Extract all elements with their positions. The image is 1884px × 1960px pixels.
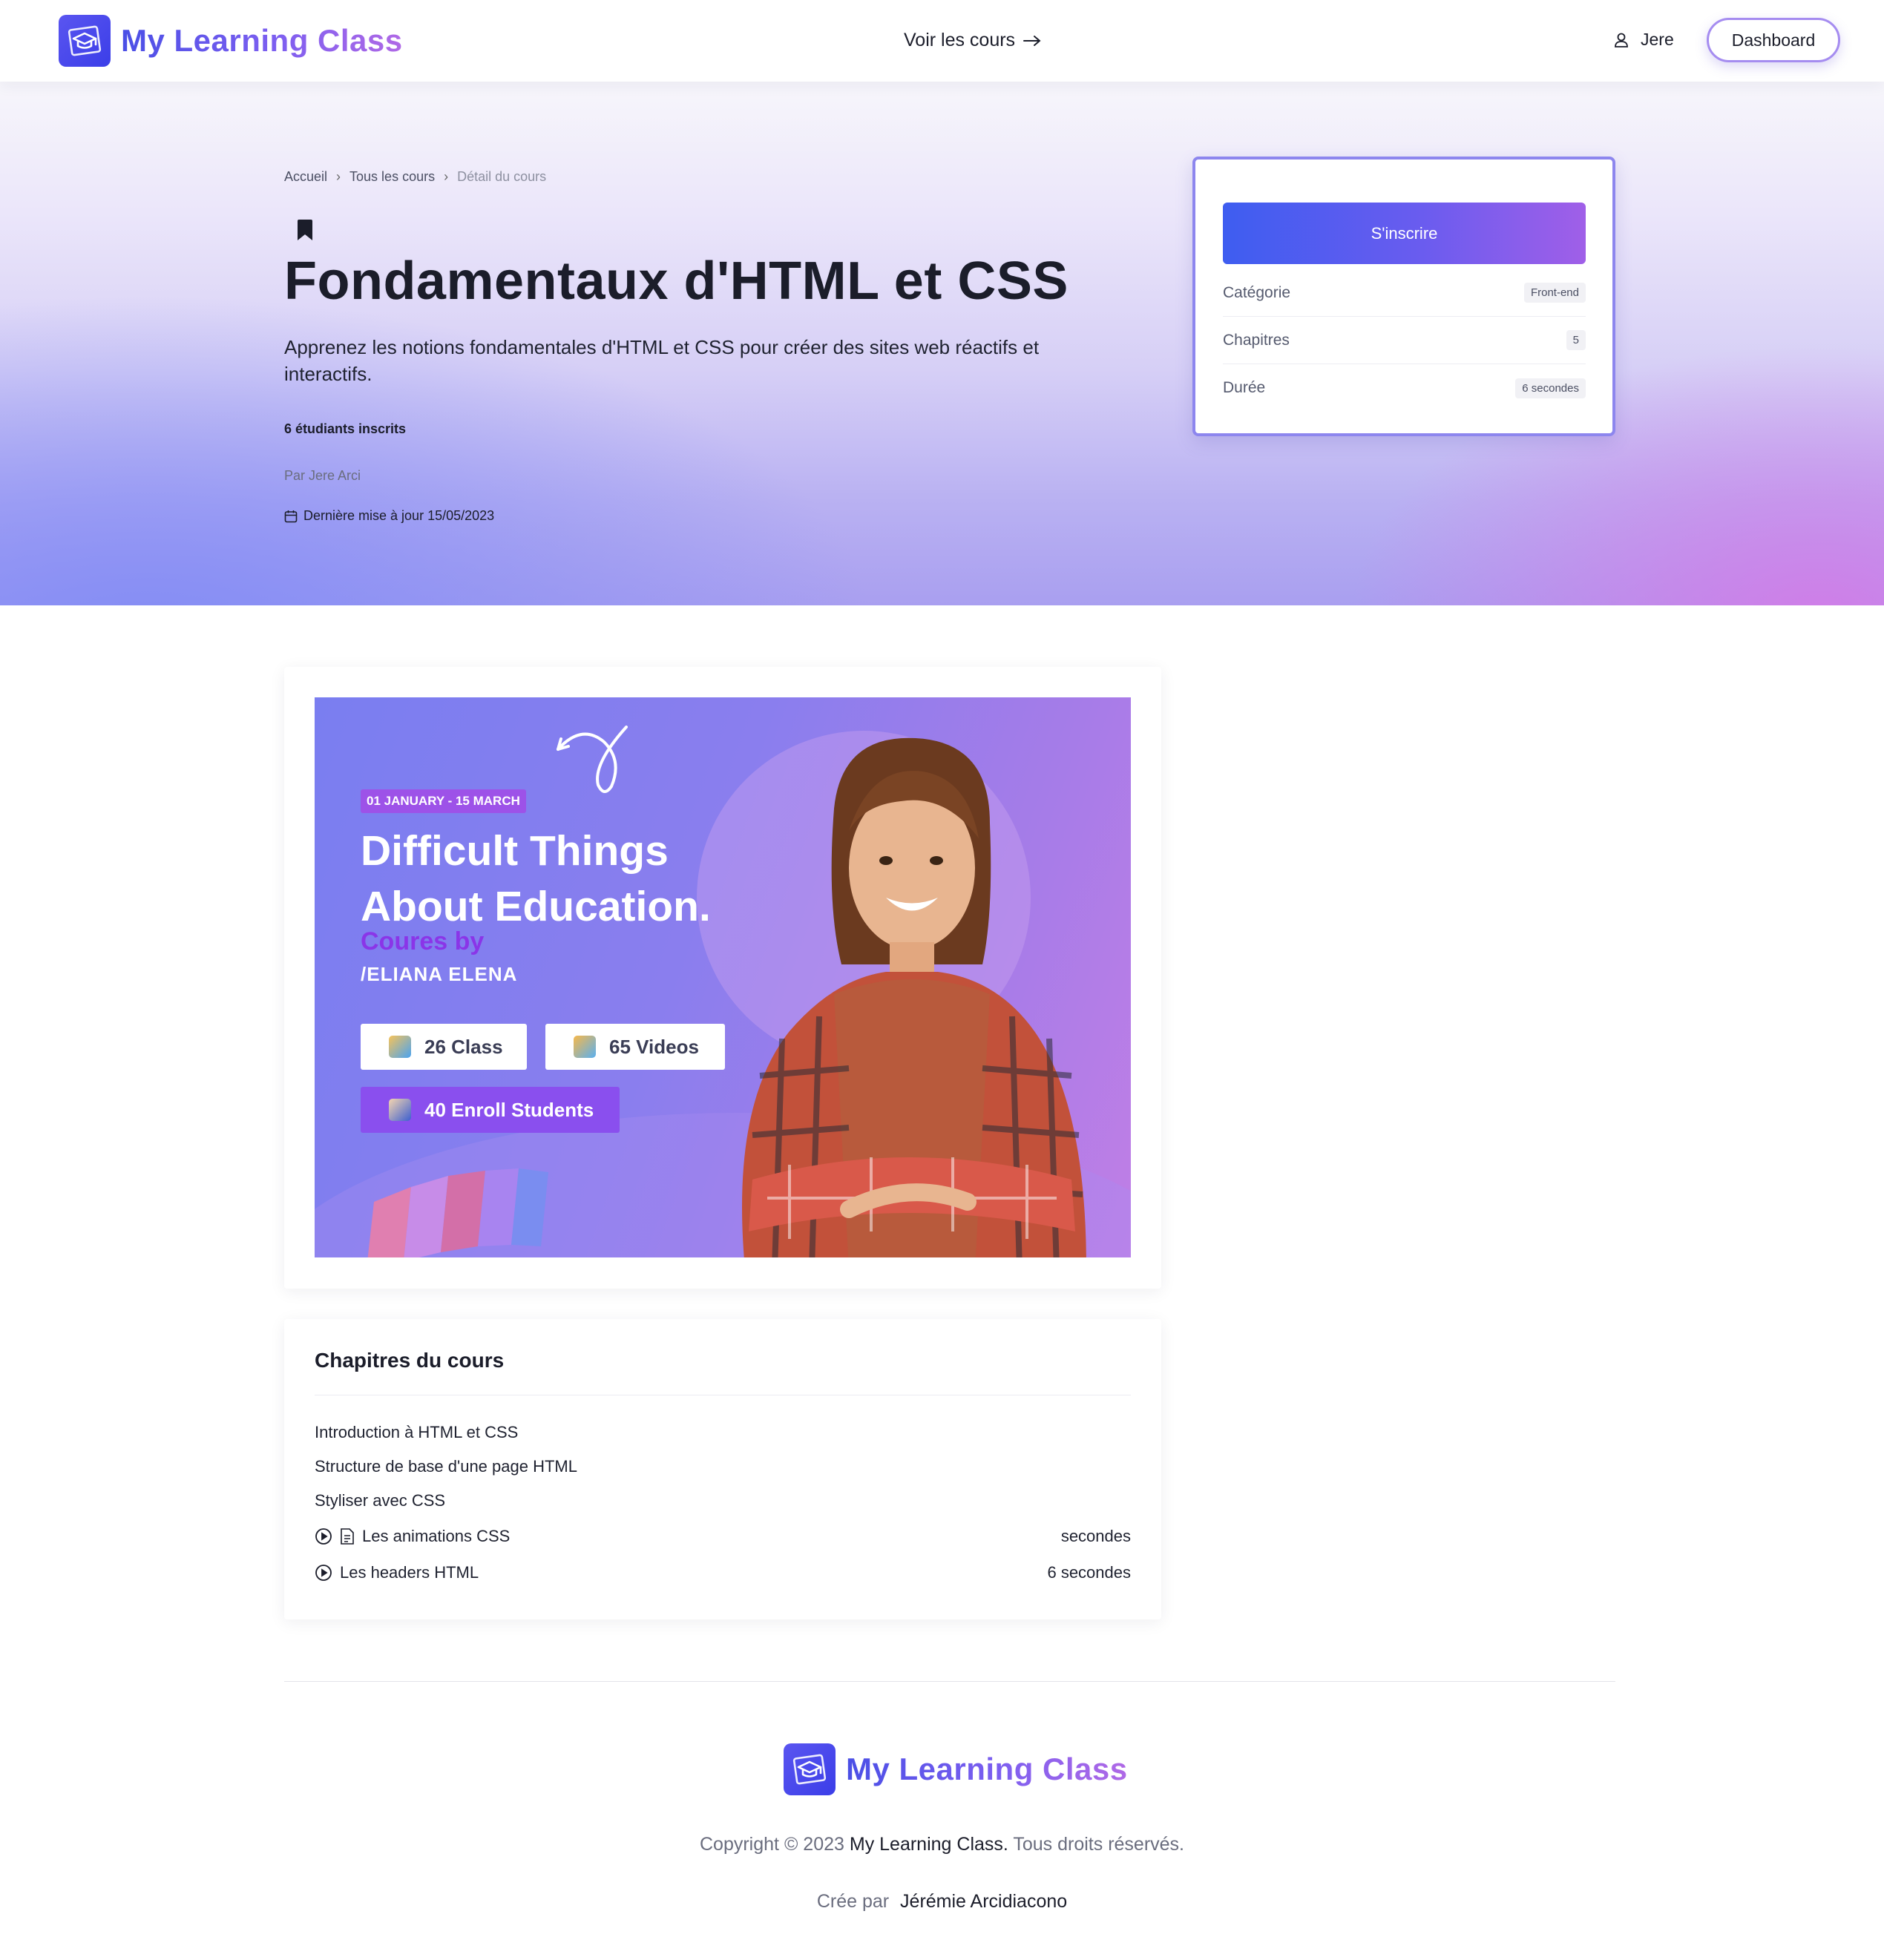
- play-circle-icon: [315, 1565, 332, 1581]
- category-row: Catégorie Front-end: [1223, 269, 1586, 317]
- brand-logo-link[interactable]: My Learning Class: [59, 15, 403, 67]
- banner-videos-pill: 65 Videos: [545, 1024, 725, 1070]
- brand-name: My Learning Class: [121, 23, 403, 58]
- credit-prefix: Crée par: [816, 1891, 890, 1912]
- chapter-label: Les animations CSS: [362, 1527, 511, 1545]
- banner-instructor-name: /ELIANA ELENA: [361, 963, 518, 985]
- chapter-label: Introduction à HTML et CSS: [315, 1423, 519, 1441]
- dashboard-button[interactable]: Dashboard: [1707, 18, 1840, 62]
- banner-title-line2: About Education.: [361, 883, 711, 930]
- last-updated: Dernière mise à jour 15/05/2023: [284, 508, 494, 524]
- chapter-label: Structure de base d'une page HTML: [315, 1457, 577, 1476]
- banner-students-pill: 40 Enroll Students: [361, 1087, 620, 1133]
- course-info-card: S'inscrire Catégorie Front-end Chapitres…: [1192, 157, 1615, 436]
- chapter-item[interactable]: Styliser avec CSS: [315, 1491, 1131, 1510]
- credit: Crée par Jérémie Arcidiacono: [0, 1891, 1884, 1913]
- credit-author-link[interactable]: Jérémie Arcidiacono: [900, 1891, 1067, 1912]
- footer-brand-link[interactable]: My Learning Class: [784, 1743, 1128, 1795]
- chapter-duration: 6 secondes: [1047, 1563, 1131, 1582]
- student-icon: [389, 1099, 411, 1121]
- banner-class-pill: 26 Class: [361, 1024, 527, 1070]
- last-updated-text: Dernière mise à jour 15/05/2023: [303, 508, 495, 523]
- footer-divider: [284, 1681, 1615, 1682]
- user-menu[interactable]: Jere: [1614, 30, 1674, 50]
- chapter-label: Styliser avec CSS: [315, 1491, 446, 1510]
- banner-class-text: 26 Class: [424, 1035, 503, 1058]
- chapter-item[interactable]: Structure de base d'une page HTML: [315, 1457, 1131, 1476]
- course-image-card: 01 JANUARY - 15 MARCH Difficult Things A…: [284, 667, 1161, 1289]
- course-title: Fondamentaux d'HTML et CSS: [284, 251, 1069, 311]
- chapters-card: Chapitres du cours Introduction à HTML e…: [284, 1319, 1161, 1619]
- banner-by: Coures by: [361, 927, 485, 956]
- breadcrumb-home[interactable]: Accueil: [284, 169, 327, 185]
- user-name: Jere: [1641, 30, 1674, 49]
- course-description: Apprenez les notions fondamentales d'HTM…: [284, 336, 1040, 385]
- chapter-item[interactable]: Introduction à HTML et CSS: [315, 1423, 1131, 1442]
- category-badge: Front-end: [1523, 283, 1586, 303]
- graduation-cap-icon: [784, 1743, 836, 1795]
- graduation-cap-icon: [59, 15, 111, 67]
- chapters-label: Chapitres: [1223, 331, 1290, 349]
- bookmark-icon[interactable]: [297, 220, 313, 244]
- school-icon: [574, 1036, 596, 1058]
- user-icon: [1615, 33, 1628, 47]
- navbar: My Learning Class Voir les cours Jere Da…: [0, 0, 1884, 82]
- enrolled-students: 6 étudiants inscrits: [284, 421, 407, 436]
- copyright-suffix: Tous droits réservés.: [1013, 1834, 1184, 1855]
- banner-students-text: 40 Enroll Students: [424, 1098, 594, 1121]
- copyright-brand: My Learning Class.: [849, 1834, 1008, 1855]
- copyright-prefix: Copyright © 2023: [700, 1834, 844, 1855]
- books-illustration: [367, 1168, 548, 1257]
- banner-title-line1: Difficult Things: [361, 827, 669, 875]
- course-author: Par Jere Arci: [284, 468, 361, 483]
- duration-badge: 6 secondes: [1515, 378, 1586, 398]
- arrow-right-icon: [1023, 35, 1041, 46]
- breadcrumb: Accueil › Tous les cours › Détail du cou…: [284, 169, 546, 185]
- chevron-right-icon: ›: [444, 169, 449, 184]
- chapters-row: Chapitres 5: [1223, 317, 1586, 364]
- banner-title: Difficult Things About Education.: [361, 823, 711, 935]
- swirl-arrow-icon: [557, 726, 628, 793]
- banner-videos-text: 65 Videos: [609, 1035, 699, 1058]
- play-circle-icon: [315, 1528, 332, 1545]
- footer-brand-name: My Learning Class: [846, 1752, 1128, 1786]
- duration-row: Durée 6 secondes: [1223, 364, 1586, 412]
- view-courses-link[interactable]: Voir les cours: [904, 30, 1042, 51]
- duration-label: Durée: [1223, 379, 1266, 396]
- breadcrumb-all-courses[interactable]: Tous les cours: [349, 169, 435, 185]
- chapter-label: Les headers HTML: [340, 1563, 479, 1582]
- chapters-count-badge: 5: [1566, 330, 1586, 350]
- student-photo: [742, 737, 1086, 1257]
- chapters-title: Chapitres du cours: [315, 1349, 505, 1372]
- category-label: Catégorie: [1223, 283, 1291, 301]
- chapter-duration: secondes: [1060, 1527, 1131, 1545]
- course-banner-image: 01 JANUARY - 15 MARCH Difficult Things A…: [315, 697, 1131, 1257]
- chapter-item[interactable]: Les headers HTML 6 secondes: [315, 1563, 1131, 1582]
- chapter-item[interactable]: Les animations CSS secondes: [315, 1527, 1131, 1546]
- copyright: Copyright © 2023 My Learning Class. Tous…: [0, 1834, 1884, 1855]
- chevron-right-icon: ›: [336, 169, 341, 184]
- banner-date-tag: 01 JANUARY - 15 MARCH: [361, 789, 526, 813]
- view-courses-label: Voir les cours: [904, 30, 1016, 50]
- enroll-button[interactable]: S'inscrire: [1223, 203, 1586, 264]
- calendar-icon: [284, 510, 298, 522]
- document-icon: [341, 1528, 354, 1545]
- board-icon: [389, 1036, 411, 1058]
- breadcrumb-current: Détail du cours: [457, 169, 547, 184]
